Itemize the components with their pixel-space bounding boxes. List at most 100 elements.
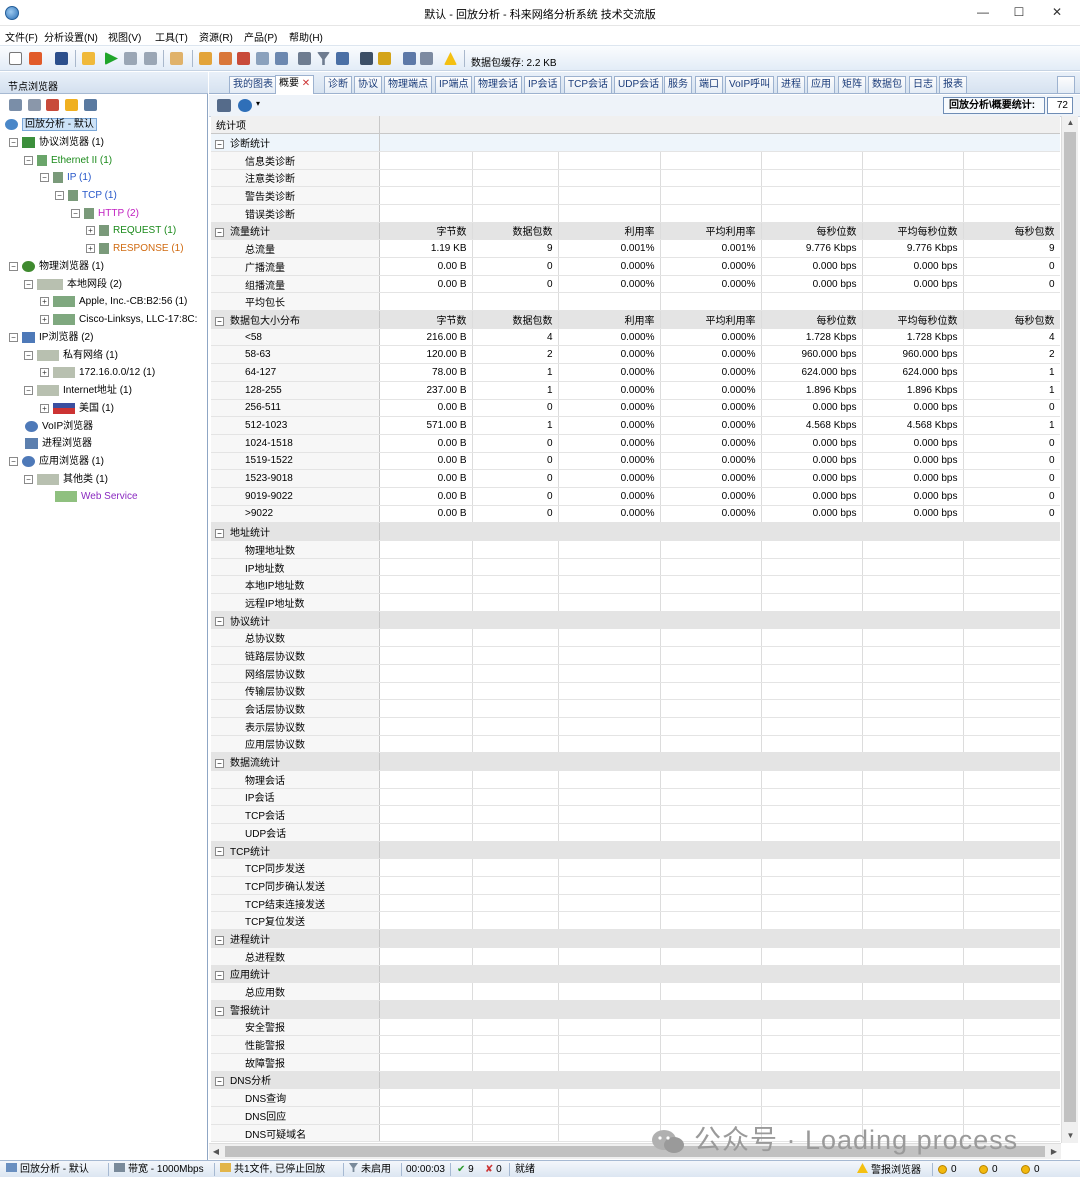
collapse-icon[interactable]: − [215,847,224,857]
table-row[interactable]: 网络层协议数 [211,664,1060,683]
scroll-up-icon[interactable]: ▲ [1062,116,1079,130]
table-row[interactable]: 总流量 1.19 KB 9 0.001% 0.001% 9.776 Kbps 9.776 K… [211,239,1060,258]
monitor-icon[interactable] [360,52,373,65]
tab-voip-calls[interactable]: VoIP呼叫 [725,76,775,93]
collapse-icon[interactable]: − [9,137,18,147]
tree-node-internet[interactable]: − Internet地址 (1) [24,382,132,399]
tab-processes[interactable]: 进程 [777,76,805,93]
table-row[interactable]: 注意类诊断 [211,169,1060,188]
table-row[interactable]: 警告类诊断 [211,186,1060,205]
expand-icon[interactable]: + [40,403,49,413]
tab-applications[interactable]: 应用 [807,76,835,93]
collapse-icon[interactable]: − [215,971,224,981]
table-row[interactable]: 512-1023 571.00 B 1 0.000% 0.000% 4.568 Kbps 4… [211,416,1060,435]
collapse-icon[interactable]: − [55,190,64,200]
section-row[interactable]: − 协议统计 [211,611,1060,630]
tab-tcp-sessions[interactable]: TCP会话 [564,76,612,93]
section-row[interactable]: − 警报统计 [211,1000,1060,1019]
table-row[interactable]: 平均包长 [211,292,1060,312]
collapse-icon[interactable]: − [9,456,18,466]
table-row[interactable]: 应用层协议数 [211,735,1060,754]
section-row[interactable]: − 进程统计 [211,929,1060,948]
table-row[interactable]: 广播流量 0.00 B 0 0.000% 0.000% 0.000 bps 0.000 bp… [211,257,1060,276]
close-button[interactable]: ✕ [1042,3,1072,21]
tree-node-other-class[interactable]: − 其他类 (1) [24,471,108,488]
tab-matrix[interactable]: 矩阵 [838,76,866,93]
table-row[interactable]: <58 216.00 B 4 0.000% 0.000% 1.728 Kbps 1.728 … [211,328,1060,347]
table-row[interactable]: 1523-9018 0.00 B 0 0.000% 0.000% 0.000 bps 0.0… [211,469,1060,488]
table-row[interactable]: UDP会话 [211,823,1060,842]
scroll-thumb[interactable] [1064,132,1076,1122]
tree-node-voip-browser[interactable]: VoIP浏览器 [25,418,93,435]
table-row[interactable]: 错误类诊断 [211,204,1060,223]
section-row[interactable]: − 流量统计 字节数 数据包数 利用率 平均利用率 每秒位数 平均每秒位数 每秒包数 [211,222,1060,241]
table-row[interactable]: 信息类诊断 [211,151,1060,170]
section-row[interactable]: − 诊断统计 [211,133,1060,152]
table-row[interactable]: 256-511 0.00 B 0 0.000% 0.000% 0.000 bps 0.000… [211,399,1060,418]
scroll-down-icon[interactable]: ▼ [1062,1129,1079,1143]
menu-help[interactable]: 帮助(H) [289,29,323,44]
status-filter[interactable]: 未启用 [349,1163,391,1176]
tree-node-protocol-browser[interactable]: − 协议浏览器 (1) [9,134,104,151]
tree-node-ip[interactable]: − IP (1) [40,169,91,186]
collapse-icon[interactable]: − [24,279,33,289]
table-row[interactable]: 总进程数 [211,947,1060,966]
table-row[interactable]: IP地址数 [211,558,1060,577]
pause-icon[interactable] [124,52,137,65]
network-icon[interactable] [275,52,288,65]
refresh-icon[interactable] [238,99,252,112]
collapse-icon[interactable]: − [215,228,224,238]
tree-node-replay-analysis[interactable]: 回放分析 - 默认 [5,116,97,133]
delete-icon[interactable] [298,52,311,65]
expand-icon[interactable]: + [40,296,49,306]
expand-icon[interactable]: + [86,243,95,253]
scroll-right-icon[interactable]: ▶ [1047,1144,1061,1160]
open-folder-icon[interactable] [82,52,95,65]
tab-packets[interactable]: 数据包 [868,76,906,93]
tree-node-ethernet[interactable]: − Ethernet II (1) [24,152,112,169]
warning-icon[interactable] [444,52,457,65]
table-row[interactable]: 总协议数 [211,628,1060,648]
tree-node-process-browser[interactable]: 进程浏览器 [25,435,92,452]
maximize-button[interactable]: ☐ [1004,3,1034,21]
collapse-icon[interactable]: − [215,1077,224,1087]
tree-node-tcp[interactable]: − TCP (1) [55,187,117,204]
table-row[interactable]: 58-63 120.00 B 2 0.000% 0.000% 960.000 bps 960… [211,345,1060,365]
section-row[interactable]: − DNS分析 [211,1071,1060,1090]
collapse-icon[interactable]: − [24,474,33,484]
tab-physical-sessions[interactable]: 物理会话 [474,76,522,93]
tree-node-local-segment[interactable]: − 本地网段 (2) [24,276,122,293]
report-icon[interactable] [420,52,433,65]
collapse-icon[interactable]: − [215,935,224,945]
collapse-icon[interactable]: − [24,350,33,360]
menu-product[interactable]: 产品(P) [244,29,277,44]
table-row[interactable]: 故障警报 [211,1053,1060,1072]
tree-node-response[interactable]: + RESPONSE (1) [86,240,184,257]
collapse-icon[interactable]: − [24,155,33,165]
tab-summary[interactable]: 概要 ✕ [275,75,315,94]
table-row[interactable]: TCP同步确认发送 [211,876,1060,895]
section-row[interactable]: − TCP统计 [211,841,1060,860]
tools-icon[interactable] [28,99,41,111]
menu-file[interactable]: 文件(F) [5,29,38,44]
replay-settings-icon[interactable] [170,52,183,65]
table-row[interactable]: 表示层协议数 [211,717,1060,736]
table-row[interactable]: 物理地址数 [211,540,1060,559]
vertical-scrollbar[interactable]: ▲ ▼ [1061,116,1078,1143]
table-row[interactable]: TCP结束连接发送 [211,894,1060,913]
table-row[interactable]: 64-127 78.00 B 1 0.000% 0.000% 624.000 bps 624… [211,363,1060,382]
expand-icon[interactable]: + [86,225,95,235]
locate-icon[interactable] [9,99,22,111]
tab-ports[interactable]: 端口 [695,76,723,93]
save-icon[interactable] [55,52,68,65]
menu-analysis-settings[interactable]: 分析设置(N) [44,29,98,44]
collapse-icon[interactable]: − [24,385,33,395]
table-row[interactable]: 物理会话 [211,770,1060,789]
menu-resources[interactable]: 资源(R) [199,29,233,44]
export-icon[interactable] [217,99,231,112]
tab-physical-endpoints[interactable]: 物理端点 [384,76,432,93]
tab-ip-endpoints[interactable]: IP端点 [435,76,473,93]
collapse-icon[interactable]: − [215,617,224,627]
tree-node-cisco[interactable]: + Cisco-Linksys, LLC-17:8C: [40,311,197,328]
tree-node-apple[interactable]: + Apple, Inc.-CB:B2:56 (1) [40,293,187,310]
